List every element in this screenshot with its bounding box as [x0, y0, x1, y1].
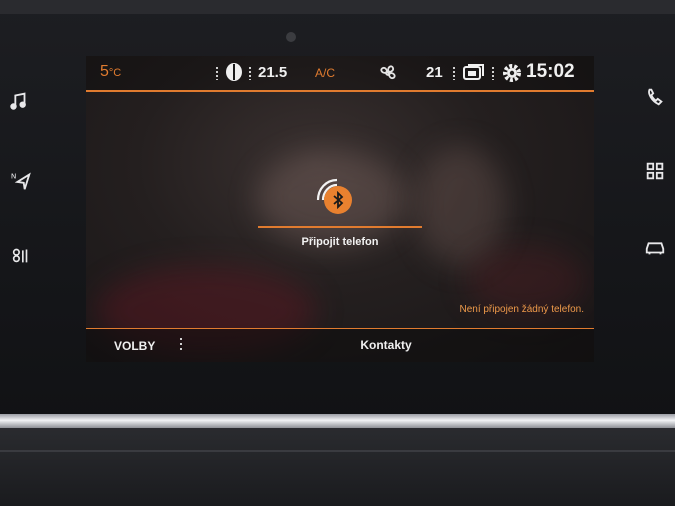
phone-icon[interactable]: [640, 82, 670, 112]
connect-underline: [258, 226, 422, 228]
clock: 15:02: [526, 61, 575, 82]
status-bar: 5°C 21.5 A/C 21 15:02: [86, 56, 594, 90]
ac-button[interactable]: A/C: [315, 66, 335, 80]
bottom-bar: VOLBY Kontakty: [86, 329, 594, 362]
climate-icon[interactable]: [6, 240, 36, 270]
gear-icon[interactable]: [502, 63, 522, 87]
lower-dashboard-trim: [0, 428, 675, 506]
status-divider: [86, 90, 594, 92]
cabin-temp-right[interactable]: 21: [426, 64, 443, 81]
music-icon[interactable]: [4, 86, 34, 116]
separator: [453, 67, 455, 80]
svg-text:N: N: [11, 171, 16, 180]
chrome-trim: [0, 414, 675, 428]
touchscreen: 5°C 21.5 A/C 21 15:02 Připojit telefon N…: [86, 56, 594, 362]
connect-phone-label[interactable]: Připojit telefon: [258, 236, 422, 248]
apps-icon[interactable]: [640, 156, 670, 186]
options-button[interactable]: VOLBY: [114, 339, 155, 353]
bluetooth-icon: [324, 186, 352, 214]
glass-reflection: [416, 146, 506, 266]
cabin-temp-left[interactable]: 21.5: [258, 64, 287, 81]
lower-trim-edge: [0, 450, 675, 452]
navigation-icon[interactable]: N: [6, 166, 36, 196]
separator: [216, 67, 218, 80]
more-options-icon[interactable]: [180, 338, 182, 352]
bluetooth-button[interactable]: [313, 174, 355, 216]
separator: [492, 67, 494, 80]
recirculation-icon[interactable]: [462, 62, 486, 86]
contacts-tab[interactable]: Kontakty: [336, 338, 436, 352]
outside-temperature: 5°C: [100, 63, 122, 80]
car-icon[interactable]: [640, 232, 670, 262]
steering-heat-icon[interactable]: [225, 62, 243, 86]
no-phone-message: Není připojen žádný telefon.: [459, 304, 584, 315]
bezel-sensor: [286, 32, 296, 42]
separator: [249, 67, 251, 80]
bezel-top-edge: [0, 0, 675, 14]
fan-icon[interactable]: [378, 63, 398, 87]
